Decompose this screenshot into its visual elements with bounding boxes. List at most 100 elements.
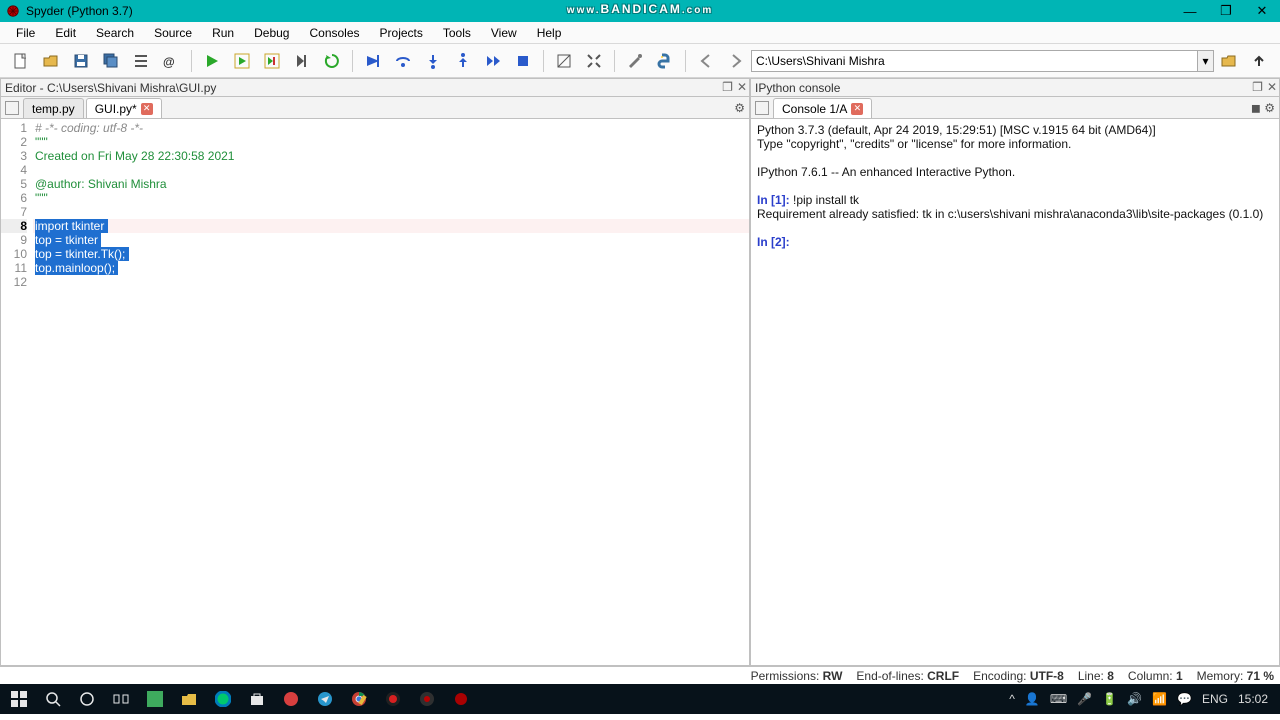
statusbar: Permissions: RW End-of-lines: CRLF Encod… <box>0 666 1280 684</box>
run-selection-button[interactable] <box>290 49 314 73</box>
maximize-pane-button[interactable] <box>552 49 576 73</box>
menu-file[interactable]: File <box>6 24 45 42</box>
main-toolbar: @ C:\Users\Shivani Mishra ▾ <box>0 44 1280 78</box>
console-tabbar: Console 1/A✕ ◼ ⚙ <box>751 97 1279 119</box>
ipython-pane: IPython console ❐✕ Console 1/A✕ ◼ ⚙ Pyth… <box>750 78 1280 666</box>
menu-consoles[interactable]: Consoles <box>299 24 369 42</box>
start-button[interactable] <box>2 684 36 714</box>
window-title: Spyder (Python 3.7) <box>26 4 133 18</box>
python-path-button[interactable] <box>653 49 677 73</box>
console-list-button[interactable] <box>755 101 769 115</box>
menu-debug[interactable]: Debug <box>244 24 299 42</box>
menu-projects[interactable]: Projects <box>370 24 433 42</box>
menu-edit[interactable]: Edit <box>45 24 86 42</box>
task-view-button[interactable] <box>104 684 138 714</box>
maximize-button[interactable]: ❐ <box>1208 0 1244 22</box>
system-tray[interactable]: ^ 👤 ⌨ 🎤 🔋 🔊 📶 💬 ENG 15:02 <box>1009 692 1278 706</box>
status-permissions: Permissions: RW <box>751 669 843 683</box>
console-options-icon[interactable]: ⚙ <box>1264 101 1275 115</box>
menu-source[interactable]: Source <box>144 24 202 42</box>
step-into-button[interactable] <box>421 49 445 73</box>
tray-chevron-icon[interactable]: ^ <box>1009 692 1015 706</box>
step-over-button[interactable] <box>391 49 415 73</box>
tb-obs-icon[interactable] <box>376 684 410 714</box>
new-file-button[interactable] <box>9 49 33 73</box>
working-dir-input[interactable]: C:\Users\Shivani Mishra <box>751 50 1198 72</box>
list-button[interactable] <box>129 49 153 73</box>
browse-dir-button[interactable] <box>1217 49 1241 73</box>
debug-button[interactable] <box>361 49 385 73</box>
forward-button[interactable] <box>724 49 748 73</box>
watermark: www.BANDICAM.com <box>567 0 713 18</box>
file-list-button[interactable] <box>5 101 19 115</box>
pane-close-icon[interactable]: ✕ <box>737 80 747 94</box>
run-button[interactable] <box>200 49 224 73</box>
search-button[interactable] <box>36 684 70 714</box>
tb-telegram-icon[interactable] <box>308 684 342 714</box>
save-button[interactable] <box>69 49 93 73</box>
stop-debug-button[interactable] <box>511 49 535 73</box>
pane-undock-icon[interactable]: ❐ <box>722 80 733 94</box>
back-button[interactable] <box>694 49 718 73</box>
editor-options-icon[interactable]: ⚙ <box>734 101 745 115</box>
step-out-button[interactable] <box>451 49 475 73</box>
editor-pane: Editor - C:\Users\Shivani Mishra\GUI.py … <box>0 78 750 666</box>
menu-search[interactable]: Search <box>86 24 144 42</box>
tb-spyder-icon[interactable] <box>444 684 478 714</box>
menu-run[interactable]: Run <box>202 24 244 42</box>
run-cell-advance-button[interactable] <box>260 49 284 73</box>
code-editor[interactable]: 123456789101112 # -*- coding: utf-8 -*-"… <box>1 119 749 665</box>
open-file-button[interactable] <box>39 49 63 73</box>
fullscreen-button[interactable] <box>582 49 606 73</box>
tray-mic-icon[interactable]: 🎤 <box>1077 692 1092 706</box>
tray-lang[interactable]: ENG <box>1202 692 1228 706</box>
menu-tools[interactable]: Tools <box>433 24 481 42</box>
continue-button[interactable] <box>481 49 505 73</box>
tray-battery-icon[interactable]: 🔋 <box>1102 692 1117 706</box>
save-all-button[interactable] <box>99 49 123 73</box>
menu-help[interactable]: Help <box>527 24 572 42</box>
status-eol: End-of-lines: CRLF <box>856 669 959 683</box>
run-cell-button[interactable] <box>230 49 254 73</box>
svg-text:@: @ <box>163 55 175 69</box>
tray-input-icon[interactable]: ⌨ <box>1050 692 1067 706</box>
parent-dir-button[interactable] <box>1247 49 1271 73</box>
tray-volume-icon[interactable]: 🔊 <box>1127 692 1142 706</box>
close-button[interactable]: ✕ <box>1244 0 1280 22</box>
spyder-logo-icon <box>6 4 20 18</box>
tb-chrome-icon[interactable] <box>342 684 376 714</box>
ipython-console[interactable]: Python 3.7.3 (default, Apr 24 2019, 15:2… <box>751 119 1279 665</box>
stop-kernel-icon[interactable]: ◼ <box>1251 101 1261 115</box>
working-dir-dropdown[interactable]: ▾ <box>1198 50 1214 72</box>
tab-close-icon[interactable]: ✕ <box>851 103 863 115</box>
minimize-button[interactable]: — <box>1172 0 1208 22</box>
pane-close-icon[interactable]: ✕ <box>1267 80 1277 94</box>
tab-close-icon[interactable]: ✕ <box>141 103 153 115</box>
tray-action-icon[interactable]: 💬 <box>1177 692 1192 706</box>
tb-store-icon[interactable] <box>240 684 274 714</box>
tb-edge-icon[interactable] <box>206 684 240 714</box>
tb-explorer-icon[interactable] <box>172 684 206 714</box>
pane-undock-icon[interactable]: ❐ <box>1252 80 1263 94</box>
tb-app-icon[interactable] <box>274 684 308 714</box>
menu-view[interactable]: View <box>481 24 527 42</box>
editor-pane-header: Editor - C:\Users\Shivani Mishra\GUI.py … <box>1 79 749 97</box>
preferences-button[interactable] <box>623 49 647 73</box>
rerun-button[interactable] <box>320 49 344 73</box>
tray-wifi-icon[interactable]: 📶 <box>1152 692 1167 706</box>
window-titlebar: Spyder (Python 3.7) www.BANDICAM.com — ❐… <box>0 0 1280 22</box>
tb-app-icon[interactable] <box>138 684 172 714</box>
console-tab[interactable]: Console 1/A✕ <box>773 98 872 118</box>
cortana-button[interactable] <box>70 684 104 714</box>
tray-people-icon[interactable]: 👤 <box>1025 692 1040 706</box>
status-line: Line: 8 <box>1078 669 1114 683</box>
ipython-pane-header: IPython console ❐✕ <box>751 79 1279 97</box>
editor-tab[interactable]: GUI.py*✕ <box>86 98 162 118</box>
tray-clock[interactable]: 15:02 <box>1238 692 1268 706</box>
tb-bandicam-icon[interactable] <box>410 684 444 714</box>
status-memory: Memory: 71 % <box>1197 669 1274 683</box>
windows-taskbar: ^ 👤 ⌨ 🎤 🔋 🔊 📶 💬 ENG 15:02 <box>0 684 1280 714</box>
at-button[interactable]: @ <box>159 49 183 73</box>
editor-tab[interactable]: temp.py <box>23 98 84 118</box>
status-column: Column: 1 <box>1128 669 1183 683</box>
